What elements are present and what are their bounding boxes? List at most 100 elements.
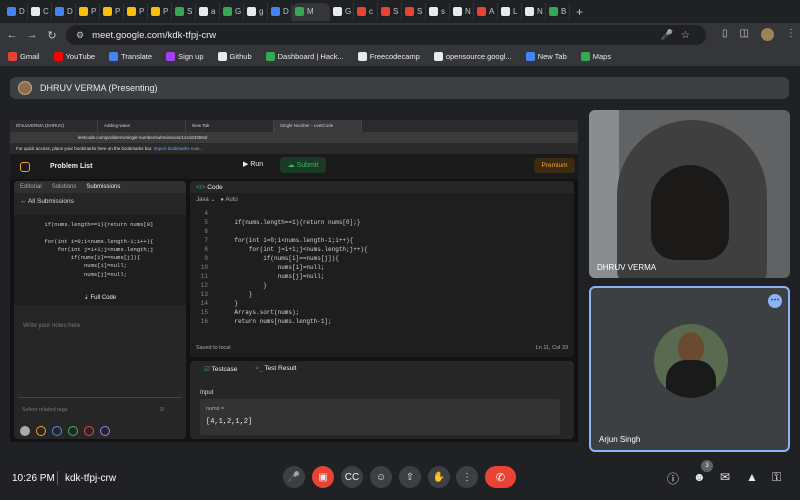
more-icon[interactable]: ⋮ [456,466,478,488]
bookmark-item[interactable]: YouTube [53,52,95,61]
tab-favicon [405,7,414,16]
browser-tab[interactable]: D [52,2,76,21]
bookmark-item[interactable]: Dashboard | Hack... [265,52,344,61]
code-title: Code [207,184,223,191]
line-number: 6 [204,228,208,235]
back-icon[interactable]: ← [4,29,20,41]
browser-tab[interactable]: P [76,2,100,21]
browser-tab[interactable]: S [378,2,402,21]
bookmark-item[interactable]: Maps [580,52,611,61]
line-number: 4 [204,210,208,217]
browser-tab[interactable]: a [196,2,220,21]
bookmark-item[interactable]: opensource.googl... [433,52,512,61]
browser-tab[interactable]: P [148,2,172,21]
browser-tab[interactable]: N [450,2,474,21]
line-number: 10 [200,264,208,271]
activities-icon[interactable]: ▲ [746,470,758,484]
site-info-icon[interactable]: ⚙ [76,30,84,41]
raise-hand-icon[interactable]: ✋ [428,466,450,488]
end-call-button[interactable]: ✆ [485,466,516,488]
profile-avatar[interactable] [761,28,774,41]
bookmark-icon [109,52,119,61]
browser-tab[interactable]: G [220,2,244,21]
bookmark-item[interactable]: Translate [109,52,152,61]
leetcode-topbar: Problem List ▶ Run ☁ Submit Premium [10,154,578,179]
bookmark-item[interactable]: New Tab [525,52,567,61]
participant-tile-arjun[interactable]: ⋯ Arjun Singh [589,286,790,452]
sidebar-icon[interactable]: ◫ [740,28,749,41]
bookmark-label: New Tab [537,52,567,61]
browser-tab[interactable]: c [354,2,378,21]
bookmark-item[interactable]: Gmail [8,52,40,61]
tab-label: g [259,7,264,16]
tab-label: a [211,7,216,16]
mic-star-icons[interactable]: 🎤☆ [661,30,698,41]
tab-label: S [187,7,193,16]
bookmark-icon [166,52,176,61]
tab-label: L [513,7,518,16]
browser-tab[interactable]: D [4,2,28,21]
participant-tile-dhruv[interactable]: DHRUV VERMA [589,110,790,278]
url-text: meet.google.com/kdk-tfpj-crw [92,29,217,41]
tab-label: D [67,7,73,16]
people-icon[interactable]: ☻ [693,470,706,484]
presenter-bar[interactable]: DHRUV VERMA (Presenting) [10,77,789,99]
tab-label: P [91,7,97,16]
line-number: 11 [200,273,208,280]
host-controls-icon[interactable]: ⚿ [772,470,781,485]
browser-tab[interactable]: L [498,2,522,21]
browser-tab[interactable]: G [330,2,354,21]
present-icon[interactable]: ⇧ [399,466,421,488]
bookmark-icon [217,52,227,61]
info-icon[interactable]: ⓘ [667,470,679,487]
menu-icon[interactable]: ⋮ [786,28,796,41]
bookmark-label: Gmail [20,52,40,61]
line-text: } [220,282,267,289]
divider [57,471,58,485]
browser-tab[interactable]: N [522,2,546,21]
bookmark-item[interactable]: Sign up [166,52,204,61]
bookmark-item[interactable]: Freecodecamp [357,52,420,61]
captions-icon[interactable]: CC [341,466,363,488]
emoji-icon[interactable]: ☺ [370,466,392,488]
browser-tab[interactable]: g [244,2,268,21]
tab-label: S [393,7,399,16]
browser-tab[interactable]: M [292,2,330,21]
camera-off-icon[interactable]: ▣ [312,466,334,488]
browser-tab[interactable]: S [402,2,426,21]
shared-bookmark-notice: For quick access, place your bookmarks h… [10,143,578,154]
bookmark-item[interactable]: Github [217,52,252,61]
browser-tab[interactable]: P [124,2,148,21]
meet-controls: 10:26 PM kdk-tfpj-crw 🎤 ▣ CC ☺ ⇧ ✋ ⋮ ✆ ⓘ… [0,460,800,500]
url-field[interactable]: ⚙ meet.google.com/kdk-tfpj-crw 🎤☆ [66,25,706,45]
premium-button: Premium [534,158,575,173]
browser-tab[interactable]: B [546,2,570,21]
tab-label: P [163,7,169,16]
tab-favicon [357,7,366,16]
code-line: 13 } [190,290,574,299]
bookmark-label: Sign up [178,52,204,61]
browser-tab[interactable]: S [172,2,196,21]
new-tab-icon[interactable]: + [576,5,583,19]
tab-favicon [453,7,462,16]
tab-favicon [381,7,390,16]
browser-tab[interactable]: A [474,2,498,21]
mic-icon[interactable]: 🎤 [283,466,305,488]
browser-tab[interactable]: s [426,2,450,21]
reload-icon[interactable]: ↻ [44,29,60,42]
nums-box: nums = [4,1,2,1,2] [200,399,560,435]
browser-tab[interactable]: P [100,2,124,21]
language-select: Java [196,197,209,203]
more-options-icon[interactable]: ⋯ [768,294,782,308]
browser-tab[interactable]: C [28,2,52,21]
bookmarks-bar: Gmail YouTube Translate Sign up Github Dashbo… [0,47,800,67]
tab-label: c [369,7,373,16]
avatar-body [666,360,716,398]
forward-icon[interactable]: → [24,29,40,41]
extensions-icon[interactable]: ▯ [722,28,728,41]
test-panel: ☑ Testcase >_ Test Result Input nums = [… [190,361,574,439]
tab-label: C [43,7,49,16]
browser-tab[interactable]: D [268,2,292,21]
background-wall [589,110,619,278]
chat-icon[interactable]: ✉ [720,470,730,484]
